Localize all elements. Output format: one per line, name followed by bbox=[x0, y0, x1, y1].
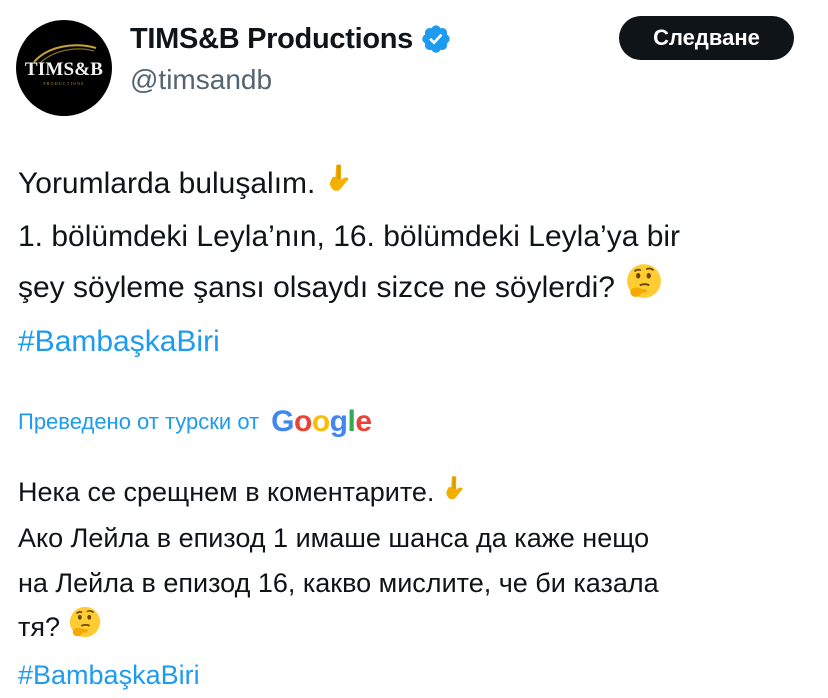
translated-line: Ако Лейла в епизод 1 имаше шанса да каже… bbox=[18, 523, 650, 554]
author-avatar[interactable]: TIMS&B PRODUCTIONS bbox=[16, 20, 112, 116]
tweet-line-text: Yorumlarda buluşalım. bbox=[18, 167, 316, 200]
translated-line: Нека се срещнем в коментарите. bbox=[18, 470, 818, 516]
tweet-line: 1. bölümdeki Leyla’nın, 16. bölümdeki Le… bbox=[18, 219, 681, 253]
translated-line-text: Нека се срещнем в коментарите. bbox=[18, 477, 435, 507]
translated-text: Нека се срещнем в коментарите. Ако Лейла… bbox=[18, 470, 818, 697]
author-handle[interactable]: @timsandb bbox=[130, 62, 272, 98]
author-display-name[interactable]: TIMS&B Productions bbox=[130, 23, 413, 56]
translated-line: на Лейла в епизод 16, какво мислите, че … bbox=[18, 567, 659, 598]
point-down-emoji bbox=[325, 160, 359, 211]
verified-badge-icon[interactable] bbox=[420, 23, 452, 55]
tweet-line: Yorumlarda buluşalım. bbox=[18, 158, 818, 211]
translation-attribution: Преведено от турски от Google bbox=[18, 402, 372, 442]
google-logo: Google bbox=[271, 405, 372, 438]
avatar-logo-text: TIMS&B bbox=[24, 59, 104, 80]
translated-hashtag[interactable]: #BambaşkaBiri bbox=[18, 653, 818, 698]
thinking-face-emoji bbox=[625, 262, 663, 316]
point-down-emoji bbox=[442, 472, 472, 517]
author-name-row: TIMS&B Productions bbox=[130, 20, 452, 58]
follow-button[interactable]: Следване bbox=[619, 16, 794, 60]
tweet-text: Yorumlarda buluşalım. 1. bölümdeki Leyla… bbox=[18, 158, 818, 367]
translated-from-label[interactable]: Преведено от турски от bbox=[18, 409, 259, 435]
translated-line-text: тя? bbox=[18, 612, 61, 643]
tweet-hashtag[interactable]: #BambaşkaBiri bbox=[18, 316, 818, 367]
thinking-face-emoji bbox=[68, 605, 102, 653]
tweet-line: şey söyleme şansı olsaydı sizce ne söyle… bbox=[18, 262, 818, 316]
tweet-line-text: şey söyleme şansı olsaydı sizce ne söyle… bbox=[18, 270, 615, 304]
translated-line: тя? bbox=[18, 605, 818, 653]
avatar-logo-subtext: PRODUCTIONS bbox=[43, 81, 85, 86]
